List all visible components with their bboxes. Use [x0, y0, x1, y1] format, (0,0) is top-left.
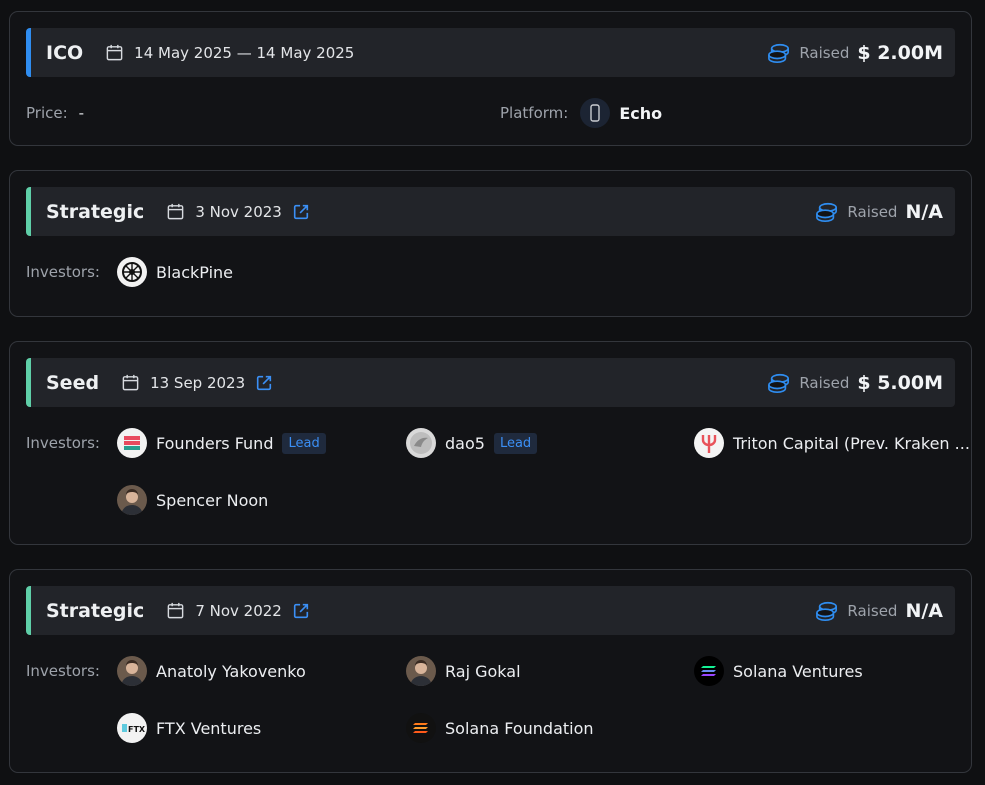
investor-name: BlackPine: [156, 262, 234, 282]
round-header: Strategic 7 Nov 2022 Raised N/A: [26, 586, 955, 635]
founders-fund-logo-icon: [117, 428, 147, 458]
platform-value[interactable]: Echo: [619, 104, 662, 123]
platform-label: Platform:: [500, 104, 569, 122]
investor-name: Raj Gokal: [445, 661, 521, 681]
svg-text:FTX: FTX: [128, 725, 146, 734]
investor-item[interactable]: Triton Capital (Prev. Kraken ...: [694, 428, 970, 458]
platform-row: Platform: Echo: [500, 98, 662, 128]
raised-summary: Raised $ 2.00M: [767, 42, 943, 64]
coins-icon: [815, 201, 839, 223]
investor-item[interactable]: Raj Gokal: [406, 656, 521, 686]
funding-round-card-strategic-2023: Strategic 3 Nov 2023 Raised N/A Investor…: [9, 170, 972, 317]
raised-summary: Raised N/A: [815, 201, 943, 223]
investors-label: Investors:: [26, 263, 100, 281]
echo-platform-icon: [580, 98, 611, 128]
raised-value: N/A: [905, 599, 943, 622]
raised-summary: Raised $ 5.00M: [767, 372, 943, 394]
round-header: Seed 13 Sep 2023 Raised $ 5.00M: [26, 358, 955, 407]
dao5-logo-icon: [406, 428, 436, 458]
calendar-icon: [105, 43, 124, 62]
investor-item[interactable]: FTX FTX Ventures: [117, 713, 261, 743]
raised-value: $ 2.00M: [857, 41, 943, 64]
investor-item[interactable]: Spencer Noon: [117, 485, 268, 515]
coins-icon: [815, 600, 839, 622]
raised-value: N/A: [905, 200, 943, 223]
round-header: Strategic 3 Nov 2023 Raised N/A: [26, 187, 955, 236]
investor-item[interactable]: Founders Fund Lead: [117, 428, 326, 458]
round-type: Strategic: [46, 599, 145, 622]
funding-round-card-seed: Seed 13 Sep 2023 Raised $ 5.00M Investor…: [9, 341, 972, 545]
investors-label: Investors:: [26, 434, 100, 452]
person-avatar-icon: [117, 485, 147, 515]
external-link-icon[interactable]: [292, 602, 310, 620]
external-link-icon[interactable]: [292, 203, 310, 221]
investor-name: dao5: [445, 433, 485, 453]
investor-item[interactable]: Solana Foundation: [406, 713, 594, 743]
solana-foundation-logo-icon: [406, 713, 436, 743]
raised-value: $ 5.00M: [857, 371, 943, 394]
funding-round-card-strategic-2022: Strategic 7 Nov 2022 Raised N/A Investor…: [9, 569, 972, 773]
price-value: -: [78, 104, 85, 122]
solana-logo-icon: [694, 656, 724, 686]
calendar-icon: [166, 202, 185, 221]
calendar-icon: [121, 373, 140, 392]
investor-item[interactable]: dao5 Lead: [406, 428, 538, 458]
round-type: ICO: [46, 41, 84, 64]
round-accent-bar: [26, 586, 31, 635]
round-accent-bar: [26, 28, 31, 77]
calendar-icon: [166, 601, 185, 620]
raised-summary: Raised N/A: [815, 600, 943, 622]
round-type: Strategic: [46, 200, 145, 223]
raised-label: Raised: [799, 43, 850, 62]
investor-name: FTX Ventures: [156, 718, 262, 738]
round-header: ICO 14 May 2025 — 14 May 2025 Raised $ 2…: [26, 28, 955, 77]
round-accent-bar: [26, 187, 31, 236]
investor-item[interactable]: BlackPine: [117, 257, 233, 287]
investor-name: Founders Fund: [156, 433, 274, 453]
investors-label: Investors:: [26, 662, 100, 680]
triton-capital-logo-icon: [694, 428, 724, 458]
coins-icon: [767, 42, 791, 64]
funding-round-card-ico: ICO 14 May 2025 — 14 May 2025 Raised $ 2…: [9, 11, 972, 146]
ftx-logo-icon: FTX: [117, 713, 147, 743]
raised-label: Raised: [799, 373, 850, 392]
investor-item[interactable]: Anatoly Yakovenko: [117, 656, 306, 686]
round-accent-bar: [26, 358, 31, 407]
round-date: 3 Nov 2023: [195, 202, 282, 221]
coins-icon: [767, 372, 791, 394]
investor-item[interactable]: Solana Ventures: [694, 656, 863, 686]
investor-name: Triton Capital (Prev. Kraken ...: [733, 433, 970, 453]
blackpine-logo-icon: [117, 257, 147, 287]
price-label: Price:: [26, 104, 68, 122]
investor-name: Spencer Noon: [156, 490, 269, 510]
round-type: Seed: [46, 371, 100, 394]
investor-name: Solana Foundation: [445, 718, 594, 738]
lead-badge: Lead: [493, 432, 538, 454]
round-date: 13 Sep 2023: [150, 373, 246, 392]
investor-name: Solana Ventures: [733, 661, 863, 681]
raised-label: Raised: [847, 601, 898, 620]
price-row: Price: -: [26, 104, 84, 122]
raised-label: Raised: [847, 202, 898, 221]
person-avatar-icon: [117, 656, 147, 686]
person-avatar-icon: [406, 656, 436, 686]
external-link-icon[interactable]: [255, 374, 273, 392]
round-date: 7 Nov 2022: [195, 601, 282, 620]
round-date: 14 May 2025 — 14 May 2025: [134, 43, 355, 62]
lead-badge: Lead: [282, 432, 326, 454]
investor-name: Anatoly Yakovenko: [156, 661, 306, 681]
